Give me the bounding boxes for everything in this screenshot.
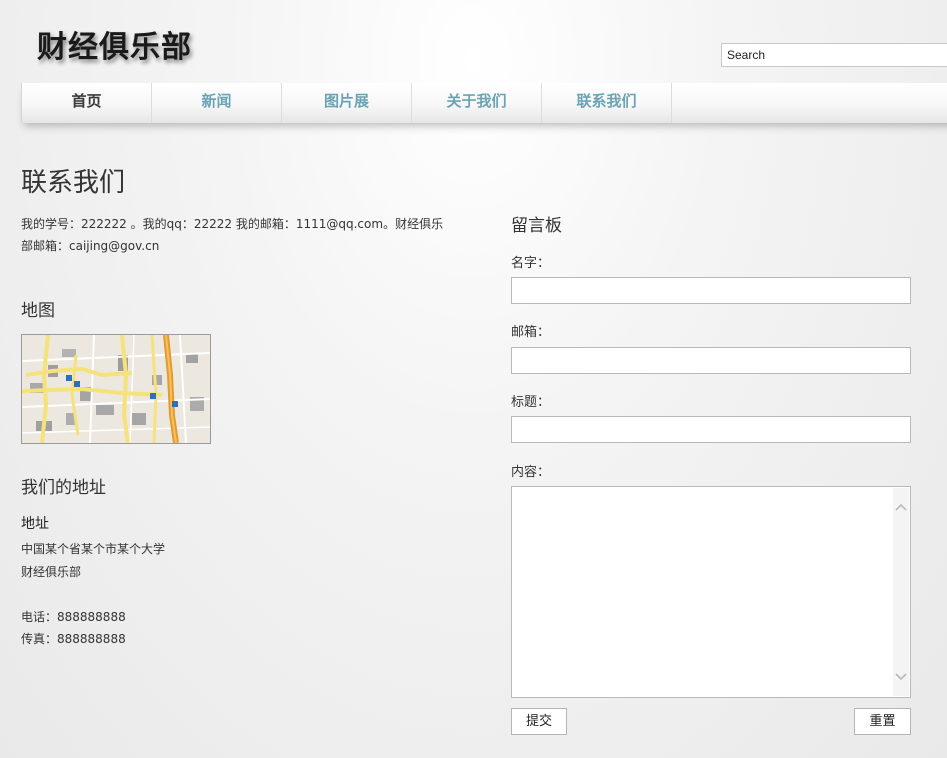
nav-item-home[interactable]: 首页 [22,83,152,123]
scroll-down-icon[interactable] [895,670,907,682]
map-heading: 地图 [21,301,55,321]
email-label: 邮箱： [511,325,551,340]
name-label: 名字： [511,256,551,271]
scroll-up-icon[interactable] [895,502,907,514]
subject-field[interactable] [511,416,911,443]
fax-text: 传真：888888888 [21,632,126,646]
nav-item-contact[interactable]: 联系我们 [542,83,672,123]
address-label: 地址 [21,516,49,532]
guestbook-heading: 留言板 [511,216,562,236]
street-map-graphic [22,335,210,443]
subject-label: 标题： [511,395,551,410]
site-logo: 财经俱乐部 [37,30,192,65]
content-label: 内容： [511,465,551,480]
search-input[interactable] [721,43,947,67]
address-heading: 我们的地址 [21,478,106,498]
address-line-2: 财经俱乐部 [21,565,82,579]
nav-item-about[interactable]: 关于我们 [412,83,542,123]
page-title: 联系我们 [21,168,126,198]
main-nav: 首页 新闻 图片展 关于我们 联系我们 [21,83,947,123]
map-image[interactable] [21,334,211,444]
address-line-1: 中国某个省某个市某个大学 [21,542,166,556]
submit-button[interactable]: 提交 [511,708,567,735]
contact-intro-text: 我的学号：222222 。我的qq：22222 我的邮箱：1111@qq.com… [21,217,444,253]
nav-item-gallery[interactable]: 图片展 [282,83,412,123]
textarea-scrollbar[interactable] [893,488,909,696]
name-field[interactable] [511,277,911,304]
email-field[interactable] [511,347,911,374]
nav-item-news[interactable]: 新闻 [152,83,282,123]
reset-button[interactable]: 重置 [854,708,911,735]
content-textarea[interactable] [511,486,911,698]
phone-text: 电话：888888888 [21,610,126,624]
